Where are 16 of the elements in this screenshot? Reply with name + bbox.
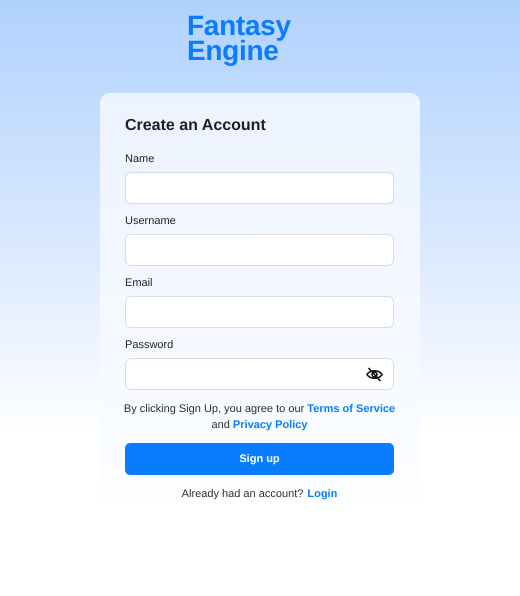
eye-off-icon[interactable] xyxy=(366,366,383,382)
login-link[interactable]: Login xyxy=(307,488,338,500)
field-label: Email xyxy=(125,277,154,289)
form-title: Create an Account xyxy=(125,117,267,135)
login-prompt: Already had an account? xyxy=(182,488,304,500)
privacy-link[interactable]: Privacy Policy xyxy=(232,419,308,431)
field-label: Password xyxy=(125,339,174,351)
input-field[interactable] xyxy=(125,234,394,266)
agreement-text: By clicking Sign Up, you agree to our Terms of Service and Privacy Policy xyxy=(122,402,396,433)
input-field[interactable] xyxy=(125,172,394,204)
input-field[interactable] xyxy=(125,296,394,328)
input-field[interactable] xyxy=(125,358,394,390)
terms-link[interactable]: Terms of Service xyxy=(307,403,396,415)
field-label: Name xyxy=(125,153,156,165)
field-label: Username xyxy=(125,215,177,227)
sign-up-button[interactable]: Sign up xyxy=(125,443,394,475)
